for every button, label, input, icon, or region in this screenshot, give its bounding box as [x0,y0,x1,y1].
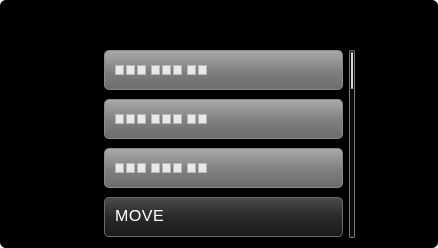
menu-item-3[interactable] [104,148,343,188]
blurred-label-icon [115,65,207,75]
camera-menu-screen: MOVE [0,0,438,248]
scroll-thumb[interactable] [351,52,353,89]
menu-item-move[interactable]: MOVE [104,197,343,237]
menu-item-2[interactable] [104,99,343,139]
menu-list: MOVE [104,50,343,246]
scrollbar[interactable] [349,50,355,238]
blurred-label-icon [115,163,207,173]
menu-item-label: MOVE [115,208,165,225]
menu-item-1[interactable] [104,50,343,90]
blurred-label-icon [115,114,207,124]
